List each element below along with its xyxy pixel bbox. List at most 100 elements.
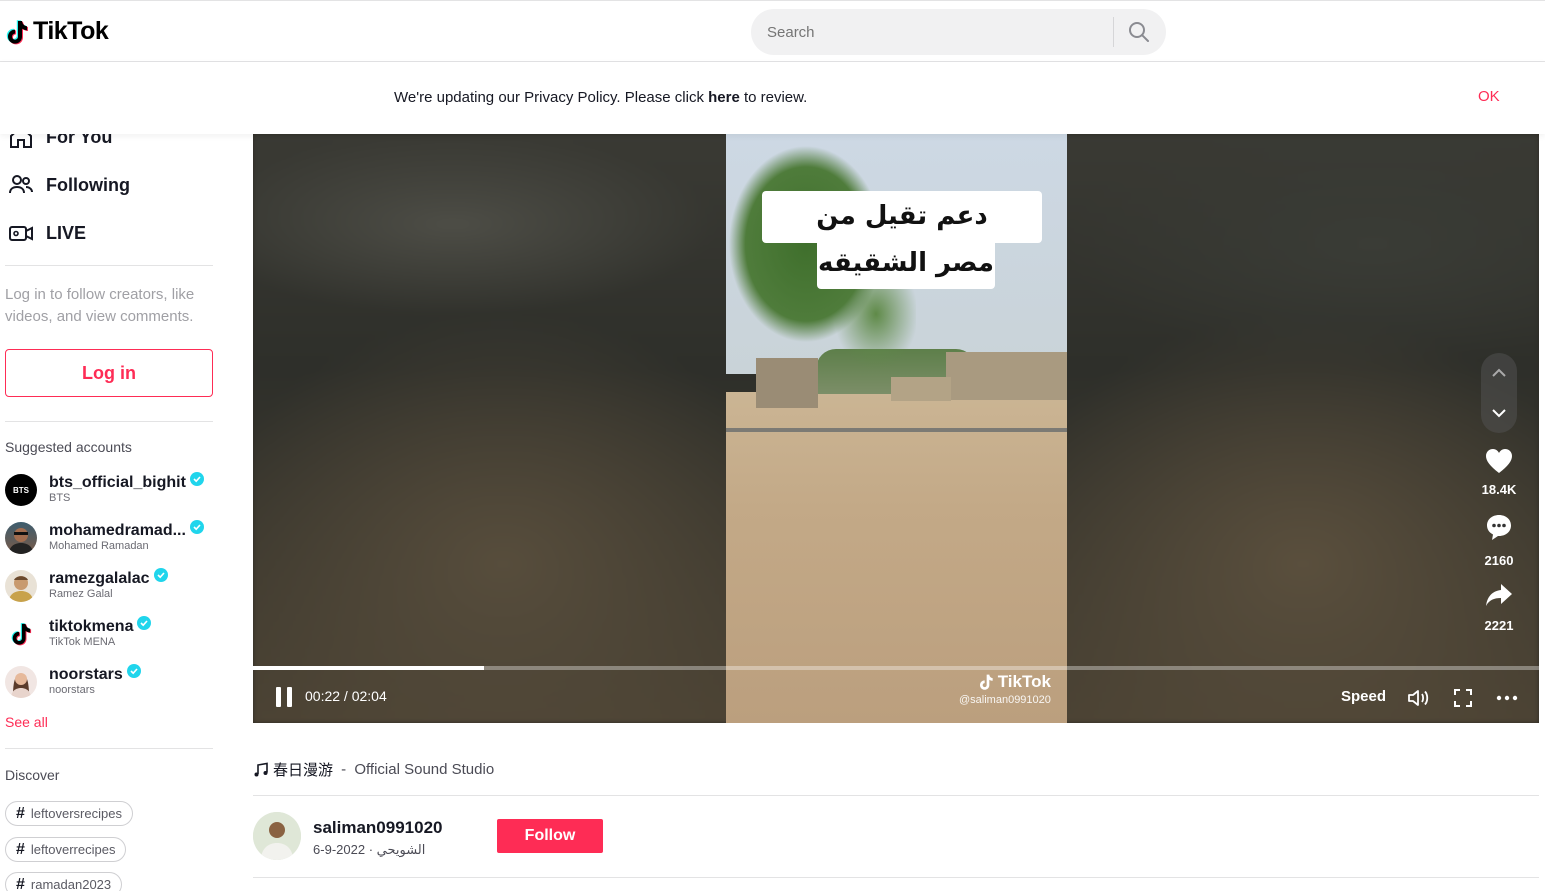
volume-icon	[1408, 690, 1429, 706]
person-avatar-icon	[9, 576, 33, 602]
search-divider	[1113, 17, 1114, 47]
privacy-ok-button[interactable]: OK	[1478, 88, 1500, 105]
video-caption-line2: مصر الشقيقه	[817, 239, 995, 289]
speed-button[interactable]: Speed	[1341, 688, 1386, 705]
music-author: Official Sound Studio	[354, 761, 495, 778]
video-road	[726, 428, 1067, 432]
previous-video-button[interactable]	[1481, 353, 1517, 393]
account-username: ramezgalalac	[49, 568, 168, 588]
music-info[interactable]: 春日漫游 - Official Sound Studio	[253, 759, 494, 780]
discover-title: Discover	[5, 767, 60, 783]
music-separator: -	[337, 761, 351, 778]
chevron-down-icon	[1492, 409, 1506, 418]
avatar	[5, 666, 37, 698]
verified-icon	[189, 520, 204, 534]
tag-label: leftoversrecipes	[30, 806, 122, 821]
nav-following[interactable]: Following	[8, 172, 130, 198]
person-avatar-icon	[11, 673, 31, 698]
live-icon	[9, 226, 33, 241]
verified-icon	[189, 472, 204, 486]
creator-username[interactable]: saliman0991020	[313, 818, 443, 838]
video-frame[interactable]: دعم تقيل من جمهوريه مصر الشقيقه TikTok @…	[726, 134, 1067, 723]
tiktok-logo[interactable]: TikTok	[5, 17, 109, 46]
video-progress-fill	[253, 666, 485, 670]
nav-label: Following	[46, 174, 130, 195]
suggested-accounts-title: Suggested accounts	[5, 439, 132, 455]
account-display-name: TikTok MENA	[49, 636, 116, 648]
pause-button[interactable]	[276, 687, 294, 707]
account-username: noorstars	[49, 664, 141, 684]
nav-label: LIVE	[46, 222, 87, 243]
username-text: mohamedramad...	[49, 522, 186, 539]
account-display-name: BTS	[49, 492, 71, 504]
account-display-name: Ramez Galal	[49, 588, 113, 600]
creator-avatar[interactable]	[253, 812, 301, 860]
chevron-up-icon	[1492, 368, 1506, 377]
suggested-account[interactable]: ramezgalalac Ramez Galal	[5, 568, 225, 608]
follow-button[interactable]: Follow	[497, 819, 603, 853]
pause-icon-bar	[276, 687, 281, 707]
suggested-account[interactable]: noorstars noorstars	[5, 664, 225, 704]
creator-meta: الشويحي · 2022-9-6	[313, 842, 426, 857]
video-caption-line1: دعم تقيل من جمهوريه	[762, 191, 1042, 281]
sidebar-divider	[5, 748, 213, 749]
comment-button[interactable]: 2160	[1475, 512, 1523, 568]
fullscreen-button[interactable]	[1449, 684, 1477, 712]
banner-text-after: to review.	[739, 89, 808, 106]
sidebar: For You Following LIVE Log in to follow …	[0, 62, 240, 891]
see-all-link[interactable]: See all	[5, 714, 48, 730]
verified-icon	[153, 568, 168, 582]
tiktok-note-icon	[11, 623, 32, 646]
login-button[interactable]: Log in	[5, 349, 213, 397]
share-icon	[1486, 584, 1512, 606]
more-icon	[1496, 695, 1518, 701]
account-username: tiktokmena	[49, 616, 152, 636]
sidebar-divider	[5, 265, 213, 266]
content-divider	[253, 795, 1539, 796]
volume-button[interactable]	[1405, 684, 1433, 712]
like-button[interactable]: 18.4K	[1475, 447, 1523, 497]
nav-live[interactable]: LIVE	[8, 220, 86, 246]
tiktok-note-icon	[6, 19, 28, 44]
discover-tag[interactable]: # leftoversrecipes	[5, 801, 133, 826]
watermark-logo-text: TikTok	[997, 672, 1051, 691]
hashtag-icon: #	[16, 840, 25, 858]
person-avatar-icon	[9, 528, 33, 554]
discover-tag[interactable]: # ramadan2023	[5, 872, 123, 891]
username-text: noorstars	[49, 666, 123, 683]
tag-label: ramadan2023	[30, 877, 112, 891]
account-display-name: noorstars	[49, 684, 95, 696]
video-player[interactable]: دعم تقيل من جمهوريه مصر الشقيقه TikTok @…	[253, 134, 1539, 723]
video-progress-bar[interactable]	[253, 666, 1539, 670]
share-button[interactable]: 2221	[1475, 581, 1523, 633]
share-count: 2221	[1484, 618, 1514, 633]
discover-tag[interactable]: # leftoverrecipes	[5, 837, 127, 862]
tiktok-note-icon	[979, 674, 993, 690]
creator-nickname: الشويحي	[376, 842, 426, 857]
username-text: bts_official_bighit	[49, 474, 186, 491]
privacy-review-link[interactable]: here	[708, 89, 740, 106]
suggested-account[interactable]: tiktokmena TikTok MENA	[5, 616, 225, 656]
avatar	[5, 522, 37, 554]
next-video-button[interactable]	[1481, 393, 1517, 433]
users-icon	[9, 175, 33, 194]
post-date: 2022-9-6	[313, 842, 366, 857]
suggested-account[interactable]: BTS bts_official_bighit BTS	[5, 472, 225, 512]
top-header: TikTok	[0, 0, 1545, 62]
privacy-banner-text: We're updating our Privacy Policy. Pleas…	[394, 89, 807, 106]
privacy-banner: We're updating our Privacy Policy. Pleas…	[0, 62, 1545, 134]
more-options-button[interactable]	[1493, 684, 1521, 712]
video-navigation	[1481, 353, 1517, 433]
account-username: mohamedramad...	[49, 520, 204, 540]
search-bar	[751, 9, 1166, 55]
suggested-account[interactable]: mohamedramad... Mohamed Ramadan	[5, 520, 225, 560]
music-title: 春日漫游	[273, 762, 334, 779]
logo-text: TikTok	[33, 17, 109, 45]
watermark-user: @saliman0991020	[959, 694, 1051, 706]
comment-count: 2160	[1484, 553, 1514, 568]
avatar	[5, 618, 37, 650]
search-input[interactable]	[767, 9, 1107, 55]
search-button[interactable]	[1121, 16, 1157, 48]
sidebar-divider	[5, 421, 213, 422]
music-note-icon	[254, 762, 268, 776]
